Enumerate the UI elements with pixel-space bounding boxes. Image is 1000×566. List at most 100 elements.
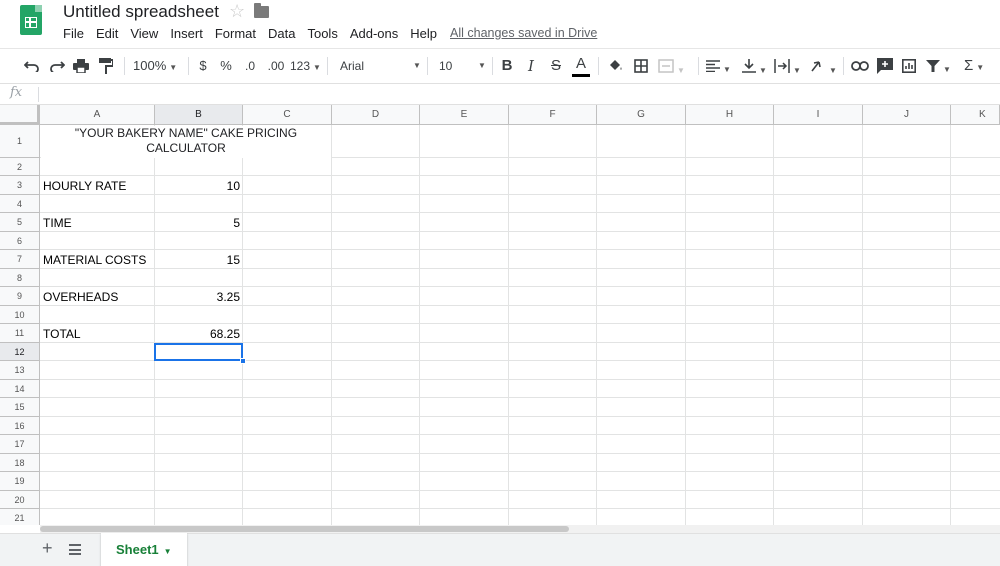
menu-format[interactable]: Format — [215, 26, 256, 41]
selected-cell-outline[interactable] — [154, 343, 243, 361]
decrease-decimals-button[interactable]: .0 — [240, 49, 260, 83]
row-header-13[interactable]: 13 — [0, 361, 40, 380]
borders-icon[interactable] — [632, 49, 650, 83]
menu-data[interactable]: Data — [268, 26, 295, 41]
sheets-logo-icon[interactable] — [20, 5, 42, 35]
paint-format-icon[interactable] — [97, 49, 115, 83]
row-header-2[interactable]: 2 — [0, 158, 40, 176]
spreadsheet-grid[interactable]: A B C D E F G H I J K 1 2 3 4 5 6 7 8 9 … — [0, 105, 1000, 525]
column-header-j[interactable]: J — [863, 105, 951, 125]
menu-file[interactable]: File — [63, 26, 84, 41]
column-header-g[interactable]: G — [597, 105, 686, 125]
undo-icon[interactable] — [22, 49, 42, 83]
cell-label-hourly-rate[interactable]: HOURLY RATE — [43, 179, 126, 193]
star-icon[interactable]: ☆ — [229, 1, 245, 22]
italic-button[interactable]: I — [523, 49, 539, 83]
document-title[interactable]: Untitled spreadsheet — [63, 2, 219, 22]
row-header-1[interactable]: 1 — [0, 125, 40, 158]
cell-value-material-costs[interactable]: 15 — [157, 253, 240, 267]
column-header-f[interactable]: F — [509, 105, 597, 125]
redo-icon[interactable] — [47, 49, 67, 83]
cell-value-hourly-rate[interactable]: 10 — [157, 179, 240, 193]
filter-icon[interactable]: ▼ — [926, 49, 952, 83]
select-all-corner[interactable] — [0, 105, 40, 125]
column-header-c[interactable]: C — [243, 105, 332, 125]
column-gridline — [685, 125, 686, 525]
text-wrapping-icon[interactable]: ▼ — [774, 49, 802, 83]
zoom-value: 100% — [133, 58, 167, 73]
column-header-a[interactable]: A — [40, 105, 155, 125]
cell-label-total[interactable]: TOTAL — [43, 327, 81, 341]
column-header-i[interactable]: I — [774, 105, 863, 125]
row-header-7[interactable]: 7 — [0, 250, 40, 269]
insert-link-icon[interactable] — [850, 49, 870, 83]
menu-edit[interactable]: Edit — [96, 26, 118, 41]
horizontal-align-icon[interactable]: ▼ — [706, 49, 734, 83]
column-header-h[interactable]: H — [686, 105, 774, 125]
percent-format-button[interactable]: % — [219, 49, 233, 83]
zoom-select[interactable]: 100% ▼ — [133, 49, 181, 83]
font-size-value: 10 — [439, 59, 453, 73]
add-sheet-icon[interactable]: + — [42, 538, 53, 559]
print-icon[interactable] — [72, 49, 90, 83]
menu-insert[interactable]: Insert — [170, 26, 203, 41]
horizontal-scrollbar[interactable] — [40, 525, 1000, 533]
chevron-down-icon: ▼ — [313, 63, 321, 72]
row-header-19[interactable]: 19 — [0, 472, 40, 491]
scrollbar-thumb[interactable] — [40, 526, 569, 532]
row-header-21[interactable]: 21 — [0, 509, 40, 525]
font-size-select[interactable]: 10 ▼ — [439, 49, 486, 83]
bold-button[interactable]: B — [499, 49, 515, 83]
strikethrough-button[interactable]: S — [548, 49, 564, 83]
formula-input[interactable] — [45, 86, 985, 103]
row-header-15[interactable]: 15 — [0, 398, 40, 417]
font-family-select[interactable]: Arial ▼ — [340, 49, 421, 83]
row-header-5[interactable]: 5 — [0, 213, 40, 232]
cell-label-overheads[interactable]: OVERHEADS — [43, 290, 118, 304]
row-header-10[interactable]: 10 — [0, 306, 40, 324]
row-header-9[interactable]: 9 — [0, 287, 40, 306]
text-rotation-icon[interactable]: ▼ — [810, 49, 838, 83]
row-header-11[interactable]: 11 — [0, 324, 40, 343]
merge-cells-icon[interactable]: ▼ — [658, 49, 692, 83]
sheet-tab-sheet1[interactable]: Sheet1 ▼ — [101, 533, 187, 566]
folder-icon[interactable] — [254, 3, 269, 18]
row-header-17[interactable]: 17 — [0, 435, 40, 454]
row-header-16[interactable]: 16 — [0, 417, 40, 435]
cell-value-total[interactable]: 68.25 — [157, 327, 240, 341]
row-header-12[interactable]: 12 — [0, 343, 40, 361]
column-header-e[interactable]: E — [420, 105, 509, 125]
all-sheets-icon[interactable] — [69, 544, 81, 555]
functions-button[interactable]: Σ ▼ — [964, 49, 994, 83]
row-header-4[interactable]: 4 — [0, 195, 40, 213]
cell-value-overheads[interactable]: 3.25 — [157, 290, 240, 304]
vertical-align-icon[interactable]: ▼ — [742, 49, 770, 83]
row-header-18[interactable]: 18 — [0, 454, 40, 472]
insert-comment-icon[interactable] — [876, 49, 894, 83]
increase-decimals-button[interactable]: .00 — [265, 49, 287, 83]
row-header-8[interactable]: 8 — [0, 269, 40, 287]
row-header-6[interactable]: 6 — [0, 232, 40, 250]
fill-color-icon[interactable] — [606, 49, 624, 83]
cell-label-time[interactable]: TIME — [43, 216, 72, 230]
column-header-d[interactable]: D — [332, 105, 420, 125]
menu-add-ons[interactable]: Add-ons — [350, 26, 398, 41]
column-header-k[interactable]: K — [951, 105, 1000, 125]
insert-chart-icon[interactable] — [900, 49, 918, 83]
cell-label-material-costs[interactable]: MATERIAL COSTS — [43, 253, 146, 267]
column-header-b[interactable]: B — [155, 105, 243, 125]
text-color-button[interactable]: A — [572, 49, 590, 83]
menu-help[interactable]: Help — [410, 26, 437, 41]
menu-view[interactable]: View — [130, 26, 158, 41]
menu-tools[interactable]: Tools — [307, 26, 337, 41]
row-header-14[interactable]: 14 — [0, 380, 40, 398]
currency-format-button[interactable]: $ — [196, 49, 210, 83]
row-header-3[interactable]: 3 — [0, 176, 40, 195]
row-header-20[interactable]: 20 — [0, 491, 40, 509]
chevron-down-icon[interactable]: ▼ — [164, 547, 172, 556]
cell-value-time[interactable]: 5 — [157, 216, 240, 230]
more-formats-select[interactable]: 123 ▼ — [290, 49, 321, 83]
title-cell[interactable]: "YOUR BAKERY NAME" CAKE PRICING CALCULAT… — [41, 126, 331, 158]
save-status-link[interactable]: All changes saved in Drive — [450, 26, 597, 40]
fill-handle[interactable] — [240, 358, 246, 364]
